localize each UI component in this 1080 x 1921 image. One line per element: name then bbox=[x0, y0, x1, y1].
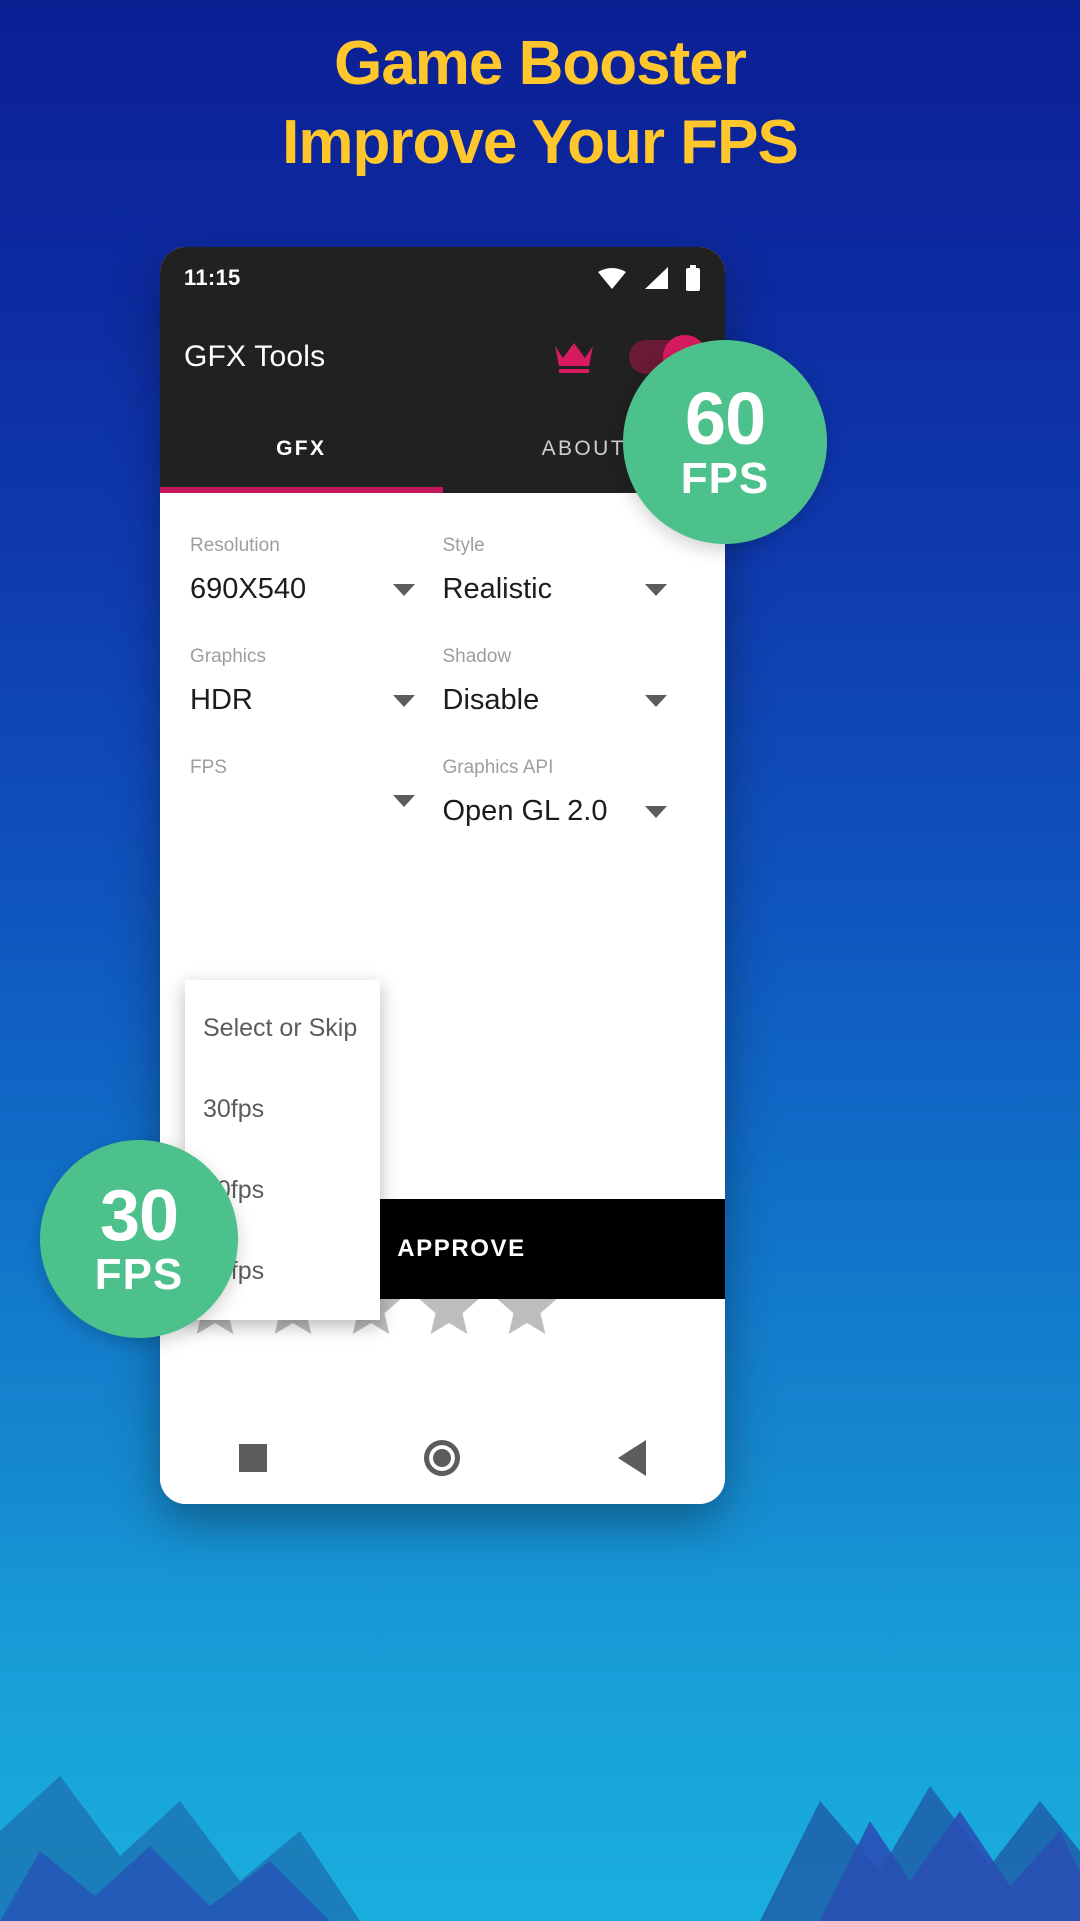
badge-number: 30 bbox=[99, 1175, 179, 1256]
field-style[interactable]: Style Realistic bbox=[443, 535, 696, 606]
settings-row-2: Graphics HDR Shadow Disable bbox=[190, 646, 695, 757]
field-label: Shadow bbox=[442, 646, 512, 667]
chevron-down-icon[interactable] bbox=[392, 694, 415, 707]
status-icons bbox=[597, 265, 701, 291]
field-value: 690X540 bbox=[190, 573, 307, 605]
settings-row-3: FPS Graphics API Open GL 2.0 bbox=[190, 757, 695, 868]
badge-unit: FPS bbox=[680, 454, 770, 504]
app-title: GFX Tools bbox=[184, 340, 326, 373]
chevron-down-icon[interactable] bbox=[392, 795, 415, 807]
gfx-content: Resolution 690X540 Style Realistic Graph… bbox=[160, 493, 725, 1504]
dropdown-item-30fps[interactable]: 30fps bbox=[185, 1069, 380, 1150]
chevron-down-icon[interactable] bbox=[645, 583, 667, 596]
headline-line-2: Improve Your FPS bbox=[282, 108, 799, 178]
status-bar: 11:15 bbox=[160, 247, 725, 309]
field-graphics-api[interactable]: Graphics API Open GL 2.0 bbox=[443, 757, 696, 828]
fps-badge-30: 30 FPS bbox=[40, 1140, 238, 1338]
fps-badge-60: 60 FPS bbox=[623, 340, 827, 544]
crown-icon[interactable] bbox=[553, 340, 595, 374]
settings-grid: Resolution 690X540 Style Realistic Graph… bbox=[160, 493, 725, 868]
android-nav-bar bbox=[160, 1412, 725, 1504]
battery-icon bbox=[686, 265, 700, 291]
back-triangle-icon[interactable] bbox=[618, 1440, 647, 1476]
field-fps[interactable]: FPS bbox=[190, 757, 443, 828]
mountain-decoration bbox=[0, 1776, 1080, 1921]
field-graphics[interactable]: Graphics HDR bbox=[190, 646, 443, 717]
field-label: Resolution bbox=[190, 535, 280, 556]
promo-canvas: Game Booster Improve Your FPS 11:15 GFX … bbox=[0, 0, 1080, 1921]
status-clock: 11:15 bbox=[184, 265, 241, 290]
wifi-icon bbox=[598, 268, 626, 289]
field-value: Realistic bbox=[442, 573, 553, 605]
field-resolution[interactable]: Resolution 690X540 bbox=[190, 535, 443, 606]
field-shadow[interactable]: Shadow Disable bbox=[443, 646, 696, 717]
settings-row-1: Resolution 690X540 Style Realistic bbox=[190, 535, 695, 646]
dropdown-item-select-or-skip[interactable]: Select or Skip bbox=[185, 988, 380, 1069]
tab-gfx[interactable]: GFX bbox=[160, 405, 443, 493]
field-label: FPS bbox=[190, 757, 227, 778]
field-label: Graphics bbox=[190, 646, 267, 667]
promo-headline: Game Booster Improve Your FPS bbox=[0, 24, 1080, 183]
badge-number: 60 bbox=[684, 376, 766, 460]
field-label: Style bbox=[442, 535, 485, 556]
home-circle-icon[interactable] bbox=[424, 1440, 461, 1476]
field-value: Open GL 2.0 bbox=[442, 795, 608, 827]
chevron-down-icon[interactable] bbox=[645, 694, 667, 707]
field-value: HDR bbox=[190, 684, 253, 716]
field-label: Graphics API bbox=[442, 757, 554, 778]
chevron-down-icon[interactable] bbox=[392, 583, 415, 596]
field-value: Disable bbox=[442, 684, 540, 716]
chevron-down-icon[interactable] bbox=[645, 805, 667, 818]
headline-line-1: Game Booster bbox=[334, 29, 747, 98]
badge-unit: FPS bbox=[94, 1250, 184, 1300]
signal-icon bbox=[645, 267, 668, 289]
recents-square-icon[interactable] bbox=[238, 1444, 267, 1472]
